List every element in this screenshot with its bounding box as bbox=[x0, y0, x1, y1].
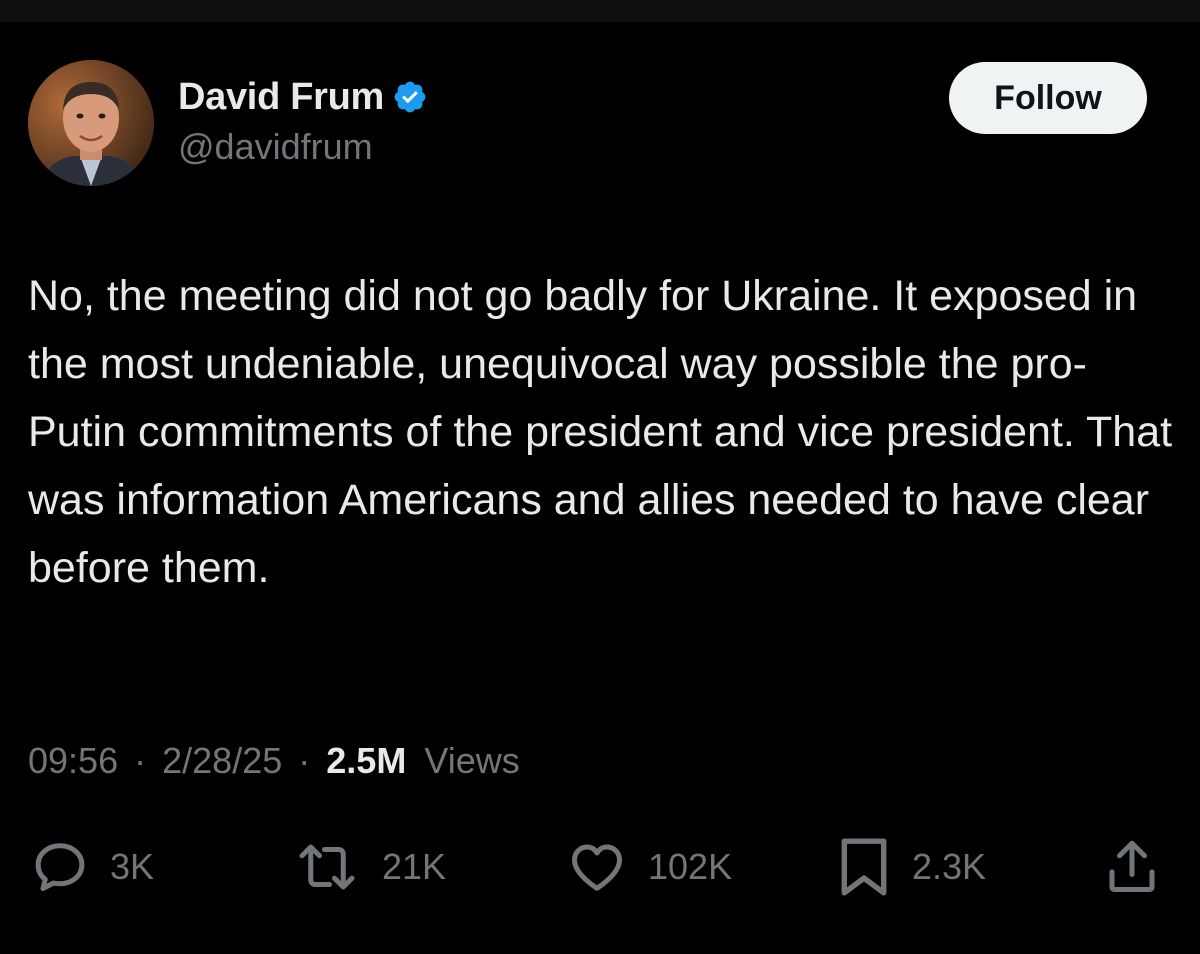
meta-separator: · bbox=[298, 740, 311, 781]
heart-icon bbox=[572, 844, 622, 891]
name-row[interactable]: David Frum bbox=[178, 74, 428, 120]
share-icon bbox=[1109, 840, 1155, 892]
avatar[interactable] bbox=[28, 60, 154, 186]
person-avatar-icon bbox=[28, 60, 154, 186]
like-button[interactable]: 102K bbox=[566, 832, 732, 902]
tweet-text: No, the meeting did not go badly for Ukr… bbox=[28, 272, 1173, 592]
repost-count: 21K bbox=[382, 846, 447, 887]
repost-icon bbox=[299, 844, 355, 890]
user-handle[interactable]: @davidfrum bbox=[178, 126, 373, 168]
follow-button[interactable]: Follow bbox=[949, 62, 1147, 134]
meta-separator: · bbox=[134, 740, 147, 781]
top-strip bbox=[0, 0, 1200, 22]
tweet-meta: 09:56 · 2/28/25 · 2.5M Views bbox=[28, 740, 520, 782]
reply-icon bbox=[35, 843, 85, 891]
tweet-date[interactable]: 2/28/25 bbox=[162, 740, 282, 781]
verified-badge-icon[interactable] bbox=[392, 79, 428, 115]
bookmark-button[interactable]: 2.3K bbox=[836, 832, 986, 902]
tweet-time[interactable]: 09:56 bbox=[28, 740, 118, 781]
views-label: Views bbox=[424, 740, 520, 781]
bookmark-icon bbox=[841, 838, 887, 896]
reply-count: 3K bbox=[110, 846, 155, 887]
display-name[interactable]: David Frum bbox=[178, 76, 384, 119]
repost-button[interactable]: 21K bbox=[292, 832, 446, 902]
share-button[interactable] bbox=[1102, 832, 1162, 902]
views-count: 2.5M bbox=[326, 740, 407, 781]
reply-button[interactable]: 3K bbox=[30, 832, 154, 902]
like-count: 102K bbox=[648, 846, 733, 887]
bookmark-count: 2.3K bbox=[912, 846, 987, 887]
action-bar: 3K 21K 102K 2.3K bbox=[0, 832, 1200, 902]
